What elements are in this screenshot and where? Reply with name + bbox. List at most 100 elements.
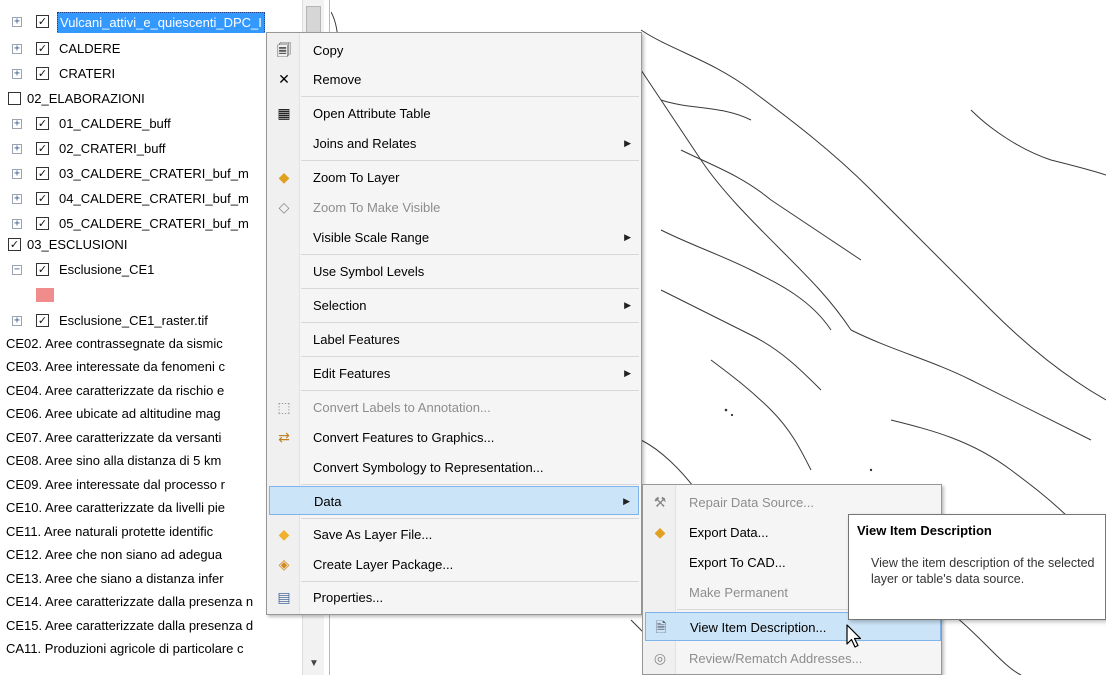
menu-item-convert-symbology-to-representation[interactable]: Convert Symbology to Representation... bbox=[269, 453, 639, 482]
expand-icon[interactable]: + bbox=[12, 44, 22, 54]
menu-separator bbox=[301, 581, 639, 582]
menu-item-joins-and-relates[interactable]: Joins and Relates ▶ bbox=[269, 129, 639, 158]
layer-label-selected[interactable]: Vulcani_attivi_e_quiescenti_DPC_I bbox=[57, 12, 265, 33]
menu-separator bbox=[301, 96, 639, 97]
menu-item-remove[interactable]: ✕ Remove bbox=[269, 65, 639, 94]
menu-separator bbox=[301, 356, 639, 357]
menu-item-open-attribute-table[interactable]: ▦ Open Attribute Table bbox=[269, 99, 639, 128]
layer-package-icon: ◈ bbox=[278, 557, 290, 573]
menu-item-convert-labels-to-annotation[interactable]: ⬚ Convert Labels to Annotation... bbox=[269, 393, 639, 422]
expand-icon[interactable]: + bbox=[12, 17, 22, 27]
layer-label[interactable]: 01_CALDERE_buff bbox=[59, 113, 171, 135]
geocode-icon: ◎ bbox=[653, 651, 667, 667]
layer-visibility-checkbox[interactable]: ✓ bbox=[36, 42, 49, 55]
toc-layer-row[interactable]: + ✓ Vulcani_attivi_e_quiescenti_DPC_I bbox=[0, 11, 329, 33]
menu-item-review-rematch-addresses[interactable]: ◎ Review/Rematch Addresses... bbox=[645, 644, 939, 673]
submenu-arrow-icon: ▶ bbox=[624, 300, 631, 310]
layer-label[interactable]: 04_CALDERE_CRATERI_buf_m bbox=[59, 188, 249, 210]
menu-separator bbox=[301, 288, 639, 289]
layer-label[interactable]: Esclusione_CE1 bbox=[59, 259, 154, 281]
criteria-item[interactable]: CE14. Aree caratterizzate dalla presenza… bbox=[6, 591, 253, 613]
menu-separator bbox=[301, 518, 639, 519]
menu-item-visible-scale-range[interactable]: Visible Scale Range ▶ bbox=[269, 223, 639, 252]
layer-label[interactable]: Esclusione_CE1_raster.tif bbox=[59, 310, 208, 332]
menu-item-selection[interactable]: Selection ▶ bbox=[269, 291, 639, 320]
submenu-arrow-icon: ▶ bbox=[624, 138, 631, 148]
criteria-item[interactable]: CE03. Aree interessate da fenomeni c bbox=[6, 356, 225, 378]
layer-label[interactable]: 02_CRATERI_buff bbox=[59, 138, 165, 160]
remove-icon: ✕ bbox=[278, 72, 290, 88]
scrollbar-thumb[interactable] bbox=[306, 6, 321, 34]
layer-visibility-checkbox[interactable]: ✓ bbox=[36, 15, 49, 28]
menu-item-use-symbol-levels[interactable]: Use Symbol Levels bbox=[269, 257, 639, 286]
layer-visibility-checkbox[interactable]: ✓ bbox=[36, 67, 49, 80]
expand-icon[interactable]: + bbox=[12, 219, 22, 229]
menu-item-zoom-to-make-visible[interactable]: ◇ Zoom To Make Visible bbox=[269, 193, 639, 222]
criteria-item[interactable]: CE12. Aree che non siano ad adegua bbox=[6, 544, 222, 566]
menu-item-label-features[interactable]: Label Features bbox=[269, 325, 639, 354]
menu-separator bbox=[301, 484, 639, 485]
criteria-item[interactable]: CE08. Aree sino alla distanza di 5 km bbox=[6, 450, 221, 472]
criteria-item[interactable]: CE04. Aree caratterizzate da rischio e bbox=[6, 380, 224, 402]
layer-label[interactable]: 05_CALDERE_CRATERI_buf_m bbox=[59, 213, 249, 235]
criteria-item[interactable]: CE09. Aree interessate dal processo r bbox=[6, 474, 225, 496]
expand-icon[interactable]: + bbox=[12, 69, 22, 79]
layer-label[interactable]: CALDERE bbox=[59, 38, 120, 60]
menu-separator bbox=[301, 390, 639, 391]
zoom-visible-icon: ◇ bbox=[278, 200, 290, 216]
menu-separator bbox=[301, 160, 639, 161]
expand-icon[interactable]: + bbox=[12, 169, 22, 179]
menu-item-zoom-to-layer[interactable]: ◆ Zoom To Layer bbox=[269, 163, 639, 192]
submenu-arrow-icon: ▶ bbox=[624, 232, 631, 242]
submenu-arrow-icon: ▶ bbox=[624, 368, 631, 378]
menu-separator bbox=[301, 254, 639, 255]
layer-visibility-checkbox[interactable]: ✓ bbox=[36, 142, 49, 155]
scroll-down-arrow-icon[interactable]: ▼ bbox=[309, 658, 319, 669]
layer-context-menu: 🗐 Copy ✕ Remove ▦ Open Attribute Table J… bbox=[266, 32, 642, 615]
menu-item-properties[interactable]: ▤ Properties... bbox=[269, 583, 639, 612]
menu-separator bbox=[301, 322, 639, 323]
collapse-icon[interactable]: − bbox=[12, 265, 22, 275]
menu-item-data[interactable]: Data ▶ bbox=[269, 486, 639, 515]
layer-visibility-checkbox[interactable]: ✓ bbox=[36, 117, 49, 130]
criteria-item[interactable]: CE15. Aree caratterizzate dalla presenza… bbox=[6, 615, 253, 637]
layer-visibility-checkbox[interactable]: ✓ bbox=[36, 167, 49, 180]
menu-item-create-layer-package[interactable]: ◈ Create Layer Package... bbox=[269, 550, 639, 579]
criteria-item[interactable]: CE07. Aree caratterizzate da versanti bbox=[6, 427, 221, 449]
expand-icon[interactable]: + bbox=[12, 144, 22, 154]
graphics-icon: ⇄ bbox=[278, 430, 290, 446]
layer-visibility-checkbox[interactable]: ✓ bbox=[36, 263, 49, 276]
menu-item-repair-data-source[interactable]: ⚒ Repair Data Source... bbox=[645, 488, 939, 517]
expand-icon[interactable]: + bbox=[12, 194, 22, 204]
layer-visibility-checkbox[interactable]: ✓ bbox=[36, 314, 49, 327]
tooltip: View Item Description View the item desc… bbox=[848, 514, 1106, 620]
criteria-item[interactable]: CE10. Aree caratterizzate da livelli pie bbox=[6, 497, 225, 519]
group-label[interactable]: 03_ESCLUSIONI bbox=[27, 234, 127, 256]
mouse-pointer-icon bbox=[846, 624, 862, 648]
annotation-icon: ⬚ bbox=[277, 400, 291, 416]
layer-visibility-checkbox[interactable]: ✓ bbox=[36, 192, 49, 205]
menu-item-copy[interactable]: 🗐 Copy bbox=[269, 36, 639, 65]
layer-label[interactable]: CRATERI bbox=[59, 63, 115, 85]
layer-file-icon: ◆ bbox=[278, 527, 290, 543]
symbol-swatch[interactable] bbox=[36, 288, 54, 302]
criteria-item[interactable]: CE02. Aree contrassegnate da sismic bbox=[6, 333, 223, 355]
repair-icon: ⚒ bbox=[653, 495, 667, 511]
menu-item-edit-features[interactable]: Edit Features ▶ bbox=[269, 359, 639, 388]
layer-label[interactable]: 03_CALDERE_CRATERI_buf_m bbox=[59, 163, 249, 185]
zoom-to-layer-icon: ◆ bbox=[278, 170, 290, 186]
group-visibility-checkbox[interactable] bbox=[8, 92, 21, 105]
criteria-item[interactable]: CE06. Aree ubicate ad altitudine mag bbox=[6, 403, 221, 425]
group-label[interactable]: 02_ELABORAZIONI bbox=[27, 88, 145, 110]
menu-item-save-as-layer-file[interactable]: ◆ Save As Layer File... bbox=[269, 520, 639, 549]
layer-visibility-checkbox[interactable]: ✓ bbox=[36, 217, 49, 230]
table-icon: ▦ bbox=[277, 106, 291, 122]
tooltip-title: View Item Description bbox=[857, 523, 992, 538]
criteria-item[interactable]: CE13. Aree che siano a distanza infer bbox=[6, 568, 224, 590]
expand-icon[interactable]: + bbox=[12, 316, 22, 326]
expand-icon[interactable]: + bbox=[12, 119, 22, 129]
criteria-item[interactable]: CE11. Aree naturali protette identific bbox=[6, 521, 213, 543]
criteria-item[interactable]: CA11. Produzioni agricole di particolare… bbox=[6, 638, 244, 660]
menu-item-convert-features-to-graphics[interactable]: ⇄ Convert Features to Graphics... bbox=[269, 423, 639, 452]
group-visibility-checkbox[interactable]: ✓ bbox=[8, 238, 21, 251]
